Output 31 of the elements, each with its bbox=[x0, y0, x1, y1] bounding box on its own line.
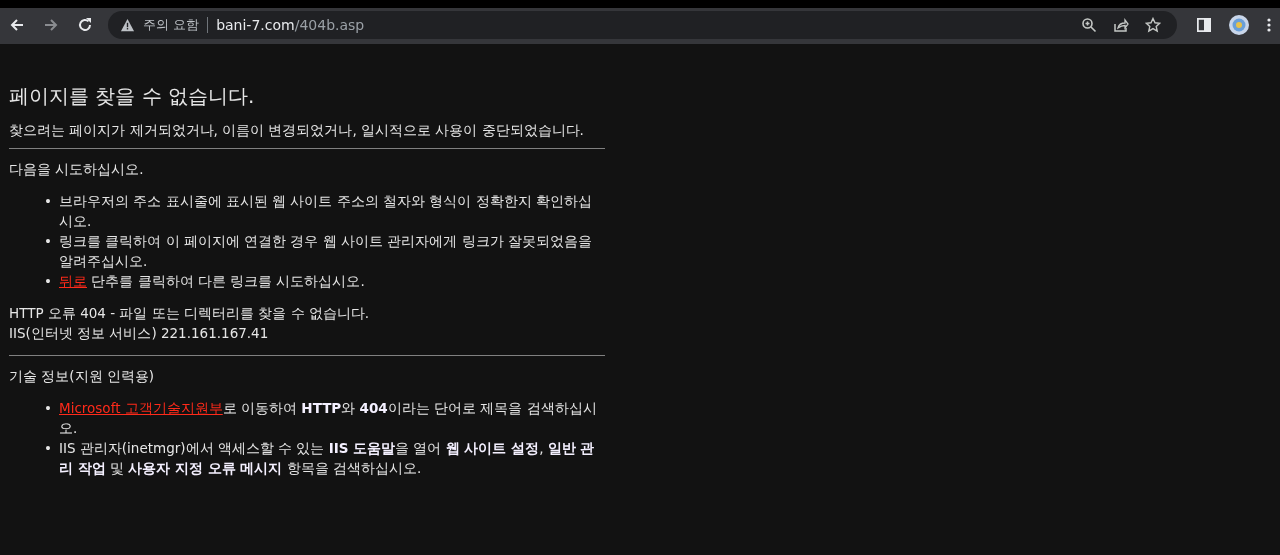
security-label: 주의 요함 bbox=[143, 16, 200, 34]
list-item: 뒤로 단추를 클릭하여 다른 링크를 시도하십시오. bbox=[59, 272, 366, 291]
share-icon[interactable] bbox=[1113, 17, 1129, 33]
back-icon[interactable] bbox=[9, 17, 25, 33]
link[interactable]: Microsoft 고객기술지원부 bbox=[59, 400, 223, 416]
warning-icon bbox=[120, 18, 135, 32]
star-icon[interactable] bbox=[1145, 17, 1161, 33]
side-panel-icon[interactable] bbox=[1197, 18, 1211, 32]
description-text: 찾으려는 페이지가 제거되었거나, 이름이 변경되었거나, 일시적으로 사용이 중단되었습니다. bbox=[9, 121, 585, 140]
error-text: HTTP 오류 404 - 파일 또는 디렉터리를 찾을 수 없습니다. bbox=[9, 304, 371, 323]
list-item: IIS 관리자(inetmgr)에서 액세스할 수 있는 IIS 도움말을 열어 웹 사이트 설정, 일반 관리 작업 및 사용자 지정 오류 메시지 항목을 검색하십시오. bbox=[59, 439, 596, 478]
address-bar[interactable]: 주의 요함 bani-7.com/404b.asp bbox=[108, 11, 1177, 39]
forward-icon[interactable] bbox=[43, 17, 59, 33]
bullet: • bbox=[44, 272, 53, 291]
bullet: • bbox=[44, 439, 53, 458]
avatar-icon[interactable] bbox=[1229, 15, 1249, 35]
reload-icon[interactable] bbox=[77, 17, 93, 33]
server-text: IIS(인터넷 정보 서비스) 221.161.167.41 bbox=[9, 324, 270, 343]
link[interactable]: 뒤로 bbox=[59, 273, 87, 289]
bullet: • bbox=[44, 192, 53, 211]
bullet: • bbox=[44, 232, 53, 251]
menu-icon[interactable] bbox=[1267, 17, 1271, 33]
url-text: bani-7.com/404b.asp bbox=[216, 17, 365, 33]
list-item: 링크를 클릭하여 이 페이지에 연결한 경우 웹 사이트 관리자에게 링크가 잘못되었음을 알려주십시오. bbox=[59, 232, 593, 271]
page-title: 페이지를 찾을 수 없습니다. bbox=[9, 83, 256, 110]
zoom-icon[interactable] bbox=[1081, 17, 1097, 33]
section-heading: 기술 정보(지원 인력용) bbox=[9, 367, 156, 386]
list-item: Microsoft 고객기술지원부로 이동하여 HTTP와 404이라는 단어로 제목을 검색하십시오. bbox=[59, 399, 598, 438]
section-heading: 다음을 시도하십시오. bbox=[9, 160, 145, 179]
list-item: 브라우저의 주소 표시줄에 표시된 웹 사이트 주소의 철자와 형식이 정확한지 확인하십시오. bbox=[59, 192, 593, 231]
bullet: • bbox=[44, 399, 53, 418]
